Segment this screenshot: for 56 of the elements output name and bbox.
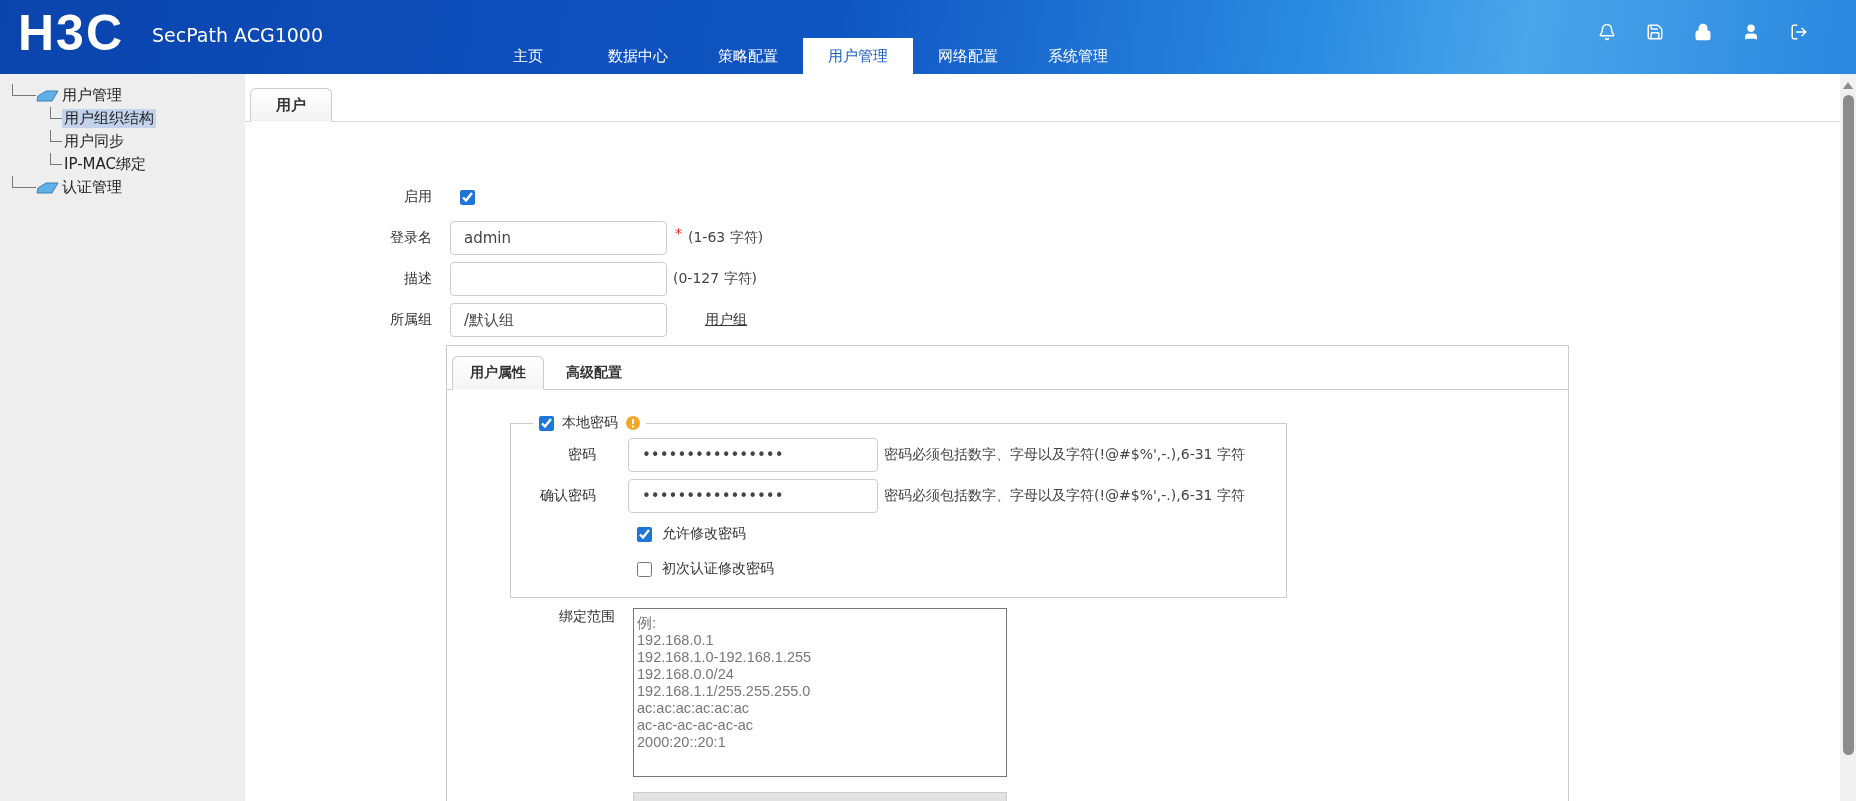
- user-icon[interactable]: [1742, 23, 1760, 41]
- required-mark: *: [675, 225, 682, 241]
- group-link[interactable]: 用户组: [705, 311, 747, 329]
- option-label: 初次认证修改密码: [662, 560, 774, 578]
- field-label: 密码: [567, 446, 596, 464]
- tree-item[interactable]: 用户组织结构: [62, 109, 156, 128]
- page-tab[interactable]: 用户: [250, 88, 332, 122]
- field-hint: (0-127 字符): [673, 270, 758, 288]
- field-hint: 密码必须包括数字、字母以及字符(!@#$%',-.),6-31 字符: [884, 446, 1245, 464]
- field-hint: (1-63 字符): [688, 229, 764, 247]
- tree-item[interactable]: 用户同步: [62, 132, 126, 151]
- tree-connector: [12, 175, 36, 188]
- scrollbar[interactable]: [1840, 74, 1856, 801]
- nav-tab[interactable]: 用户管理: [803, 38, 913, 74]
- group-title: 本地密码: [562, 414, 618, 432]
- enable-checkbox[interactable]: [460, 189, 475, 205]
- tree-connector: [50, 129, 62, 142]
- tree-item[interactable]: IP-MAC绑定: [62, 155, 148, 174]
- nav-tab[interactable]: 主页: [473, 38, 583, 74]
- save-icon[interactable]: [1646, 23, 1664, 41]
- password-field[interactable]: ••••••••••••••••: [628, 479, 878, 513]
- tree-connector: [12, 83, 36, 96]
- option-checkbox[interactable]: [637, 561, 652, 577]
- warning-icon: [626, 416, 640, 430]
- logout-icon[interactable]: [1790, 23, 1808, 41]
- product-name: SecPath ACG1000: [152, 24, 323, 46]
- field-label: 确认密码: [539, 487, 596, 505]
- logo: H3C: [18, 4, 125, 62]
- nav-tab[interactable]: 网络配置: [913, 38, 1023, 74]
- bell-icon[interactable]: [1598, 23, 1616, 41]
- panel-tab[interactable]: 用户属性: [452, 356, 544, 390]
- option-checkbox[interactable]: [637, 526, 652, 542]
- folder-icon: [36, 89, 60, 102]
- local-password-checkbox[interactable]: [539, 415, 554, 431]
- password-field[interactable]: ••••••••••••••••: [628, 438, 878, 472]
- field-label: 绑定范围: [558, 608, 615, 626]
- panel-tab[interactable]: 高级配置: [548, 356, 640, 390]
- nav-tab[interactable]: 策略配置: [693, 38, 803, 74]
- lock-icon[interactable]: [1694, 23, 1712, 41]
- scroll-up-icon[interactable]: [1843, 82, 1853, 89]
- field-label: 描述: [403, 270, 432, 288]
- field-label: 登录名: [389, 229, 432, 247]
- input-field[interactable]: /默认组: [450, 303, 667, 337]
- option-label: 允许修改密码: [662, 525, 746, 543]
- bind-range-textarea[interactable]: 例: 192.168.0.1 192.168.1.0-192.168.1.255 192.168.0.0/24 192.168.1.1/255.255.255.0 ac:ac:ac:ac:ac:ac ac-ac-ac-ac-ac-ac 2000:20::20:1: [633, 608, 1007, 777]
- field-label: 启用: [403, 188, 432, 206]
- folder-icon: [36, 181, 60, 194]
- field-hint: 密码必须包括数字、字母以及字符(!@#$%',-.),6-31 字符: [884, 487, 1245, 505]
- tree-item[interactable]: 认证管理: [60, 178, 124, 197]
- input-field[interactable]: [450, 262, 667, 296]
- field-label: 所属组: [389, 311, 432, 329]
- tree-connector: [50, 152, 62, 165]
- nav-tab[interactable]: 系统管理: [1023, 38, 1133, 74]
- tree-item[interactable]: 用户管理: [60, 86, 124, 105]
- input-field[interactable]: admin: [450, 221, 667, 255]
- nav-tab[interactable]: 数据中心: [583, 38, 693, 74]
